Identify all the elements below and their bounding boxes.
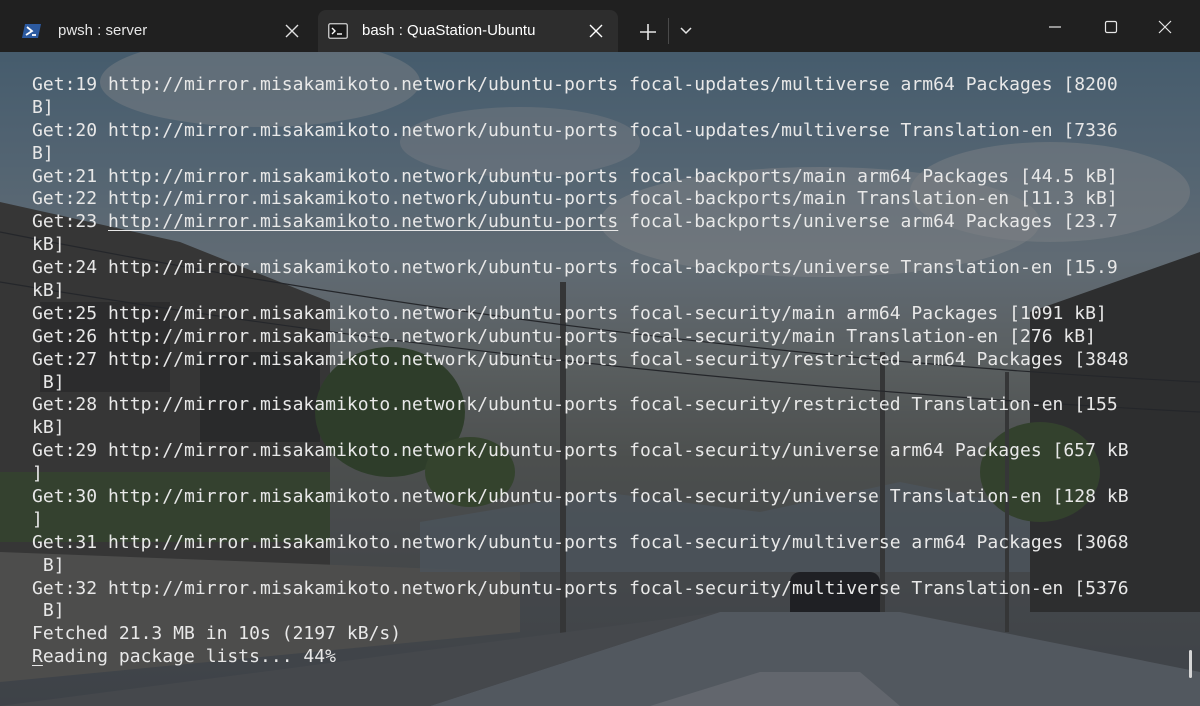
line-text: focal-security/main arm64 Packages [1091… bbox=[618, 302, 1107, 324]
line-prefix: Get:32 bbox=[32, 577, 108, 599]
line-url[interactable]: http://mirror.misakamikoto.network/ubunt… bbox=[108, 188, 618, 209]
line-text: focal-security/multiverse arm64 Packages… bbox=[618, 531, 1129, 553]
line-text: focal-security/universe Translation-en [… bbox=[618, 486, 1129, 508]
divider bbox=[668, 18, 669, 44]
tab-label: bash : QuaStation-Ubuntu bbox=[362, 22, 536, 39]
line-text: focal-security/universe arm64 Packages [… bbox=[618, 440, 1129, 462]
scrollbar-thumb[interactable] bbox=[1189, 650, 1192, 678]
line-text: eading package lists... 44% bbox=[42, 646, 336, 668]
line-url[interactable]: http://mirror.misakamikoto.network/ubunt… bbox=[108, 166, 618, 187]
line-url[interactable]: http://mirror.misakamikoto.network/ubunt… bbox=[108, 349, 618, 370]
terminal-line: Get:21 http://mirror.misakamikoto.networ… bbox=[32, 166, 1129, 189]
maximize-icon[interactable] bbox=[1096, 12, 1126, 42]
line-url[interactable]: http://mirror.misakamikoto.network/ubunt… bbox=[108, 326, 618, 347]
line-text: focal-security/restricted arm64 Packages… bbox=[618, 348, 1129, 370]
terminal-line: B] bbox=[32, 555, 1129, 578]
terminal-line: kB] bbox=[32, 417, 1129, 440]
line-text: ] bbox=[32, 463, 43, 485]
close-tab-icon[interactable] bbox=[284, 23, 300, 39]
line-prefix: Get:28 bbox=[32, 394, 108, 416]
chevron-down-icon[interactable] bbox=[678, 24, 694, 38]
line-text: focal-updates/multiverse arm64 Packages … bbox=[618, 74, 1118, 95]
line-url[interactable]: http://mirror.misakamikoto.network/ubunt… bbox=[108, 532, 618, 553]
terminal-line: Get:31 http://mirror.misakamikoto.networ… bbox=[32, 532, 1129, 555]
line-text: B] bbox=[32, 600, 65, 622]
line-text: focal-backports/universe Translation-en … bbox=[618, 257, 1118, 279]
terminal-line: Get:32 http://mirror.misakamikoto.networ… bbox=[32, 578, 1129, 601]
line-text: kB] bbox=[32, 234, 65, 256]
line-url[interactable]: http://mirror.misakamikoto.network/ubunt… bbox=[108, 120, 618, 141]
line-url[interactable]: http://mirror.misakamikoto.network/ubunt… bbox=[108, 486, 618, 507]
terminal-line: Get:27 http://mirror.misakamikoto.networ… bbox=[32, 349, 1129, 372]
line-text: focal-security/restricted Translation-en… bbox=[618, 394, 1118, 416]
line-text: focal-backports/main arm64 Packages [44.… bbox=[618, 165, 1118, 187]
line-text: focal-security/multiverse Translation-en… bbox=[618, 577, 1129, 599]
line-text: ] bbox=[32, 508, 43, 530]
line-prefix: Get:21 bbox=[32, 165, 108, 187]
line-prefix: Get:27 bbox=[32, 348, 108, 370]
line-prefix: Get:31 bbox=[32, 531, 108, 553]
line-prefix: Get:22 bbox=[32, 188, 108, 210]
terminal-line: Get:26 http://mirror.misakamikoto.networ… bbox=[32, 326, 1129, 349]
line-url[interactable]: http://mirror.misakamikoto.network/ubunt… bbox=[108, 303, 618, 324]
terminal-line: Fetched 21.3 MB in 10s (2197 kB/s) bbox=[32, 623, 1129, 646]
terminal-line: Get:20 http://mirror.misakamikoto.networ… bbox=[32, 120, 1129, 143]
terminal-line: Reading package lists... 44% bbox=[32, 646, 1129, 669]
terminal-line: B] bbox=[32, 600, 1129, 623]
line-text: B] bbox=[32, 371, 65, 393]
line-prefix: Get:20 bbox=[32, 119, 108, 141]
terminal-line: kB] bbox=[32, 234, 1129, 257]
line-prefix: Get:30 bbox=[32, 486, 108, 508]
line-text: B] bbox=[32, 142, 54, 164]
terminal-line: ] bbox=[32, 463, 1129, 486]
terminal-line: Get:19 http://mirror.misakamikoto.networ… bbox=[32, 74, 1129, 97]
line-url[interactable]: http://mirror.misakamikoto.network/ubunt… bbox=[108, 440, 618, 461]
terminal-line: Get:30 http://mirror.misakamikoto.networ… bbox=[32, 486, 1129, 509]
close-icon[interactable] bbox=[1150, 12, 1180, 42]
powershell-icon bbox=[22, 24, 41, 38]
line-text: B] bbox=[32, 96, 54, 118]
title-bar: pwsh : server bash : QuaStation-Ubuntu bbox=[0, 0, 1200, 52]
terminal-line: B] bbox=[32, 372, 1129, 395]
plus-icon[interactable] bbox=[636, 20, 660, 44]
line-prefix: Get:26 bbox=[32, 325, 108, 347]
terminal-line: Get:23 http://mirror.misakamikoto.networ… bbox=[32, 211, 1129, 234]
terminal-line: Get:25 http://mirror.misakamikoto.networ… bbox=[32, 303, 1129, 326]
terminal-line: Get:22 http://mirror.misakamikoto.networ… bbox=[32, 188, 1129, 211]
close-tab-icon[interactable] bbox=[588, 23, 604, 39]
terminal-output: Get:19 http://mirror.misakamikoto.networ… bbox=[32, 74, 1129, 669]
cursor: R bbox=[32, 646, 43, 668]
terminal-line: kB] bbox=[32, 280, 1129, 303]
terminal-line: Get:24 http://mirror.misakamikoto.networ… bbox=[32, 257, 1129, 280]
line-text: kB] bbox=[32, 280, 65, 302]
terminal-line: Get:28 http://mirror.misakamikoto.networ… bbox=[32, 394, 1129, 417]
minimize-icon[interactable] bbox=[1040, 12, 1070, 42]
terminal-line: B] bbox=[32, 143, 1129, 166]
line-prefix: Get:23 bbox=[32, 211, 108, 233]
line-prefix: Get:29 bbox=[32, 440, 108, 462]
line-url[interactable]: http://mirror.misakamikoto.network/ubunt… bbox=[108, 211, 618, 232]
terminal-line: ] bbox=[32, 509, 1129, 532]
line-text: focal-updates/multiverse Translation-en … bbox=[618, 119, 1118, 141]
terminal-pane[interactable]: Get:19 http://mirror.misakamikoto.networ… bbox=[0, 52, 1200, 706]
line-prefix: Get:24 bbox=[32, 257, 108, 279]
tab-pwsh-server[interactable]: pwsh : server bbox=[12, 10, 314, 52]
terminal-icon bbox=[328, 23, 348, 39]
line-url[interactable]: http://mirror.misakamikoto.network/ubunt… bbox=[108, 394, 618, 415]
line-prefix: Get:25 bbox=[32, 302, 108, 324]
line-text: focal-security/main Translation-en [276 … bbox=[618, 325, 1096, 347]
line-text: Fetched 21.3 MB in 10s (2197 kB/s) bbox=[32, 623, 402, 645]
terminal-line: B] bbox=[32, 97, 1129, 120]
line-url[interactable]: http://mirror.misakamikoto.network/ubunt… bbox=[108, 578, 618, 599]
line-text: B] bbox=[32, 554, 65, 576]
line-text: kB] bbox=[32, 417, 65, 439]
line-url[interactable]: http://mirror.misakamikoto.network/ubunt… bbox=[108, 257, 618, 278]
line-prefix: Get:19 bbox=[32, 74, 108, 95]
terminal-line: Get:29 http://mirror.misakamikoto.networ… bbox=[32, 440, 1129, 463]
tab-bash-quastation-ubuntu[interactable]: bash : QuaStation-Ubuntu bbox=[318, 10, 618, 52]
line-text: focal-backports/main Translation-en [11.… bbox=[618, 188, 1118, 210]
line-text: focal-backports/universe arm64 Packages … bbox=[618, 211, 1118, 233]
tab-label: pwsh : server bbox=[58, 22, 148, 39]
line-url[interactable]: http://mirror.misakamikoto.network/ubunt… bbox=[108, 74, 618, 95]
